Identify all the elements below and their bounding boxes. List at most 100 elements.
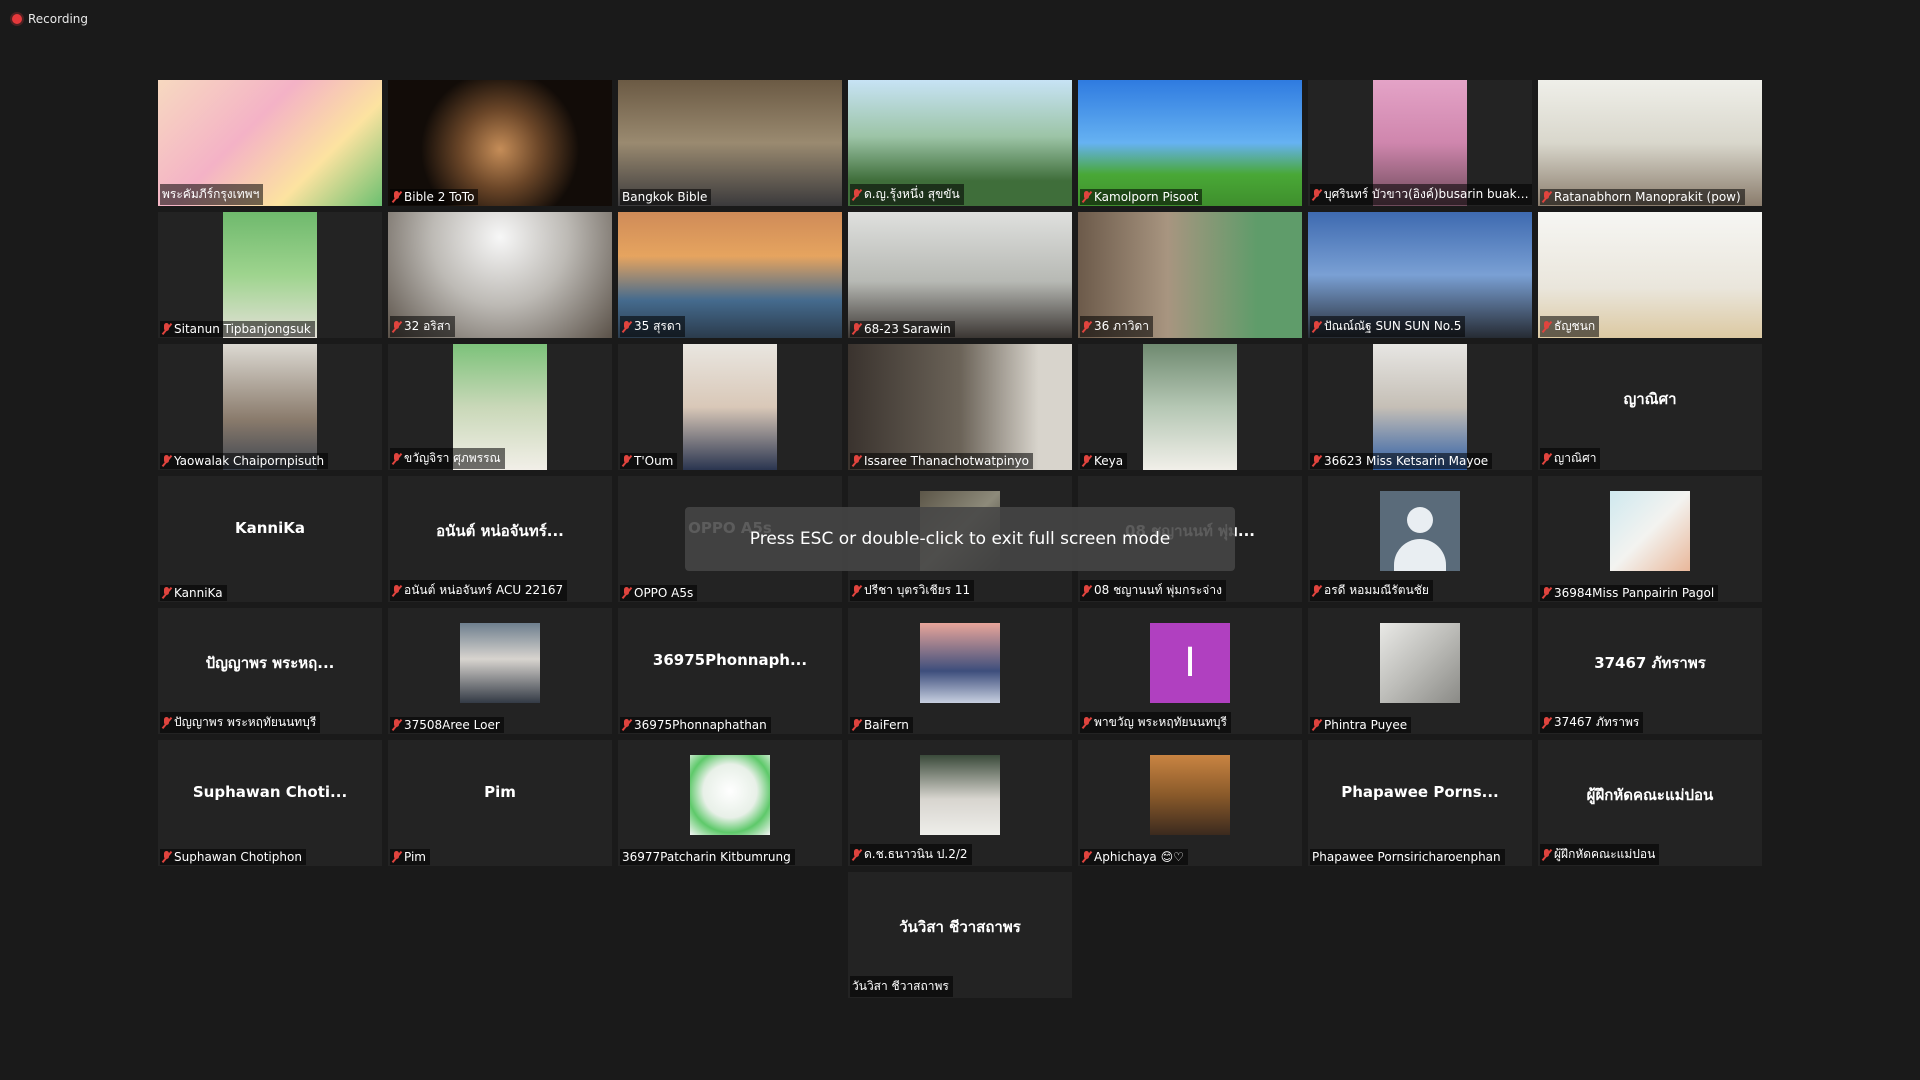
participant-tile[interactable]: ผู้ฝึกหัดคณะแม่ปอน ผู้ฝึกหัดคณะแม่ปอน bbox=[1538, 740, 1762, 866]
participant-tile[interactable]: Kamolporn Pisoot bbox=[1078, 80, 1302, 206]
participant-name-tag: BaiFern bbox=[850, 717, 913, 733]
participant-name: Phapawee Pornsiricharoenphan bbox=[1312, 850, 1501, 864]
participant-name-tag: 32 อริสา bbox=[390, 316, 455, 337]
participant-display-name: อนันต์ หน่อจันทร์... bbox=[436, 522, 564, 540]
participant-tile[interactable]: วันวิสา ชีวาสถาพร วันวิสา ชีวาสถาพร bbox=[848, 872, 1072, 998]
participant-name-tag: ด.ช.ธนาวนิน ป.2/2 bbox=[850, 844, 972, 865]
participant-name: 36977Patcharin Kitbumrung bbox=[622, 850, 791, 864]
participant-video bbox=[223, 212, 317, 338]
microphone-muted-icon bbox=[1312, 320, 1321, 333]
participant-name: 37467 ภัทราพร bbox=[1554, 715, 1640, 729]
participant-name-tag: ธัญชนก bbox=[1540, 316, 1600, 337]
participant-name: 36 ภาวิดา bbox=[1094, 319, 1150, 333]
participant-tile[interactable]: Bible 2 ToTo bbox=[388, 80, 612, 206]
record-icon bbox=[12, 14, 22, 24]
participant-tile[interactable]: Bangkok Bible bbox=[618, 80, 842, 206]
participant-name-tag: Yaowalak Chaipornpisuth bbox=[160, 453, 329, 469]
microphone-muted-icon bbox=[1082, 584, 1091, 597]
participant-name: 36623 Miss Ketsarin Mayoe bbox=[1324, 454, 1489, 468]
participant-tile[interactable]: ด.ญ.รุ้งหนึ่ง สุขขัน bbox=[848, 80, 1072, 206]
participant-name-tag: 35 สุรดา bbox=[620, 316, 686, 337]
participant-tile[interactable]: อรดี หอมมณีรัตนชัย bbox=[1308, 476, 1532, 602]
participant-name: Suphawan Chotiphon bbox=[174, 850, 302, 864]
microphone-muted-icon bbox=[622, 320, 631, 333]
participant-name-tag: Keya bbox=[1080, 453, 1128, 469]
microphone-muted-icon bbox=[1542, 320, 1551, 333]
participant-tile[interactable]: ญาณิศา ญาณิศา bbox=[1538, 344, 1762, 470]
participant-tile[interactable]: I พาขวัญ พระหฤทัยนนทบุรี bbox=[1078, 608, 1302, 734]
participant-tile[interactable]: 36623 Miss Ketsarin Mayoe bbox=[1308, 344, 1532, 470]
participant-name: Bible 2 ToTo bbox=[404, 190, 475, 204]
participant-tile[interactable]: Suphawan Choti... Suphawan Chotiphon bbox=[158, 740, 382, 866]
participant-display-name: วันวิสา ชีวาสถาพร bbox=[899, 918, 1021, 936]
microphone-muted-icon bbox=[392, 719, 401, 731]
participant-tile[interactable]: Aphichaya 😊♡ bbox=[1078, 740, 1302, 866]
participant-name: ผู้ฝึกหัดคณะแม่ปอน bbox=[1554, 847, 1656, 861]
microphone-muted-icon bbox=[1082, 851, 1091, 863]
participant-tile[interactable]: 37508Aree Loer bbox=[388, 608, 612, 734]
participant-video bbox=[848, 212, 1072, 338]
microphone-muted-icon bbox=[1542, 452, 1551, 465]
microphone-muted-icon bbox=[162, 455, 171, 467]
participant-display-name: ญาณิศา bbox=[1623, 390, 1677, 408]
participant-tile[interactable]: ขวัญจิรา ศุภพรรณ bbox=[388, 344, 612, 470]
participant-name-tag: Bible 2 ToTo bbox=[390, 189, 479, 205]
participant-tile[interactable]: พระคัมภีร์กรุงเทพฯ bbox=[158, 80, 382, 206]
participant-video bbox=[618, 80, 842, 206]
participant-tile[interactable]: อนันต์ หน่อจันทร์... อนันต์ หน่อจันทร์ AC… bbox=[388, 476, 612, 602]
participant-tile[interactable]: Pim Pim bbox=[388, 740, 612, 866]
participant-tile[interactable]: 68-23 Sarawin bbox=[848, 212, 1072, 338]
participant-tile[interactable]: BaiFern bbox=[848, 608, 1072, 734]
participant-tile[interactable]: ปัณณ์ณัฐ SUN SUN No.5 bbox=[1308, 212, 1532, 338]
microphone-muted-icon bbox=[1542, 191, 1551, 203]
microphone-muted-icon bbox=[622, 455, 631, 467]
participant-name-tag: ปรีชา บุตรวิเชียร 11 bbox=[850, 580, 975, 601]
participant-tile[interactable]: Phapawee Porns... Phapawee Pornsiricharoe… bbox=[1308, 740, 1532, 866]
recording-label: Recording bbox=[28, 12, 89, 26]
participant-tile[interactable]: 35 สุรดา bbox=[618, 212, 842, 338]
participant-tile[interactable]: 32 อริสา bbox=[388, 212, 612, 338]
participant-name-tag: บุศรินทร์ บัวขาว(อิงค์)busarin buakh... bbox=[1310, 184, 1532, 205]
participant-tile[interactable]: 36 ภาวิดา bbox=[1078, 212, 1302, 338]
profile-picture bbox=[460, 623, 540, 703]
participant-tile[interactable]: T'Oum bbox=[618, 344, 842, 470]
participant-display-name: ผู้ฝึกหัดคณะแม่ปอน bbox=[1586, 786, 1714, 804]
participant-name: Aphichaya 😊♡ bbox=[1094, 850, 1184, 864]
participant-name-tag: ญาณิศา bbox=[1540, 448, 1601, 469]
participant-tile[interactable]: 36975Phonnaph... 36975Phonnaphathan bbox=[618, 608, 842, 734]
participant-tile[interactable]: Ratanabhorn Manoprakit (pow) bbox=[1538, 80, 1762, 206]
participant-name-tag: Aphichaya 😊♡ bbox=[1080, 849, 1188, 865]
participant-tile[interactable]: บุศรินทร์ บัวขาว(อิงค์)busarin buakh... bbox=[1308, 80, 1532, 206]
participant-name: BaiFern bbox=[864, 718, 909, 732]
participant-display-name: Phapawee Porns... bbox=[1341, 783, 1499, 801]
participant-name-tag: 37467 ภัทราพร bbox=[1540, 712, 1644, 733]
participant-tile[interactable]: 37467 ภัทราพร 37467 ภัทราพร bbox=[1538, 608, 1762, 734]
participant-video bbox=[1078, 80, 1302, 206]
participant-tile[interactable]: Issaree Thanachotwatpinyo bbox=[848, 344, 1072, 470]
participant-display-name: ปัญญาพร พระหฤ... bbox=[205, 654, 335, 672]
participant-video bbox=[1373, 344, 1467, 470]
participant-name-tag: OPPO A5s bbox=[620, 585, 698, 601]
microphone-muted-icon bbox=[1542, 848, 1551, 861]
participant-tile[interactable]: Yaowalak Chaipornpisuth bbox=[158, 344, 382, 470]
participant-tile[interactable]: KanniKa KanniKa bbox=[158, 476, 382, 602]
profile-picture bbox=[920, 755, 1000, 835]
participant-tile[interactable]: Sitanun Tipbanjongsuk bbox=[158, 212, 382, 338]
participant-tile[interactable]: Keya bbox=[1078, 344, 1302, 470]
microphone-muted-icon bbox=[162, 851, 171, 863]
participant-tile[interactable]: ปัญญาพร พระหฤ... ปัญญาพร พระหฤทัยนนทบุรี bbox=[158, 608, 382, 734]
microphone-muted-icon bbox=[852, 584, 861, 597]
participant-tile[interactable]: Phintra Puyee bbox=[1308, 608, 1532, 734]
microphone-muted-icon bbox=[1082, 191, 1091, 203]
participant-name-tag: 37508Aree Loer bbox=[390, 717, 504, 733]
participant-tile[interactable]: 36977Patcharin Kitbumrung bbox=[618, 740, 842, 866]
participant-name: อนันต์ หน่อจันทร์ ACU 22167 bbox=[404, 583, 564, 597]
participant-name-tag: Sitanun Tipbanjongsuk bbox=[160, 321, 315, 337]
participant-name: KanniKa bbox=[174, 586, 223, 600]
profile-picture bbox=[920, 623, 1000, 703]
participant-tile[interactable]: 36984Miss Panpairin Pagol bbox=[1538, 476, 1762, 602]
participant-tile[interactable]: ธัญชนก bbox=[1538, 212, 1762, 338]
microphone-muted-icon bbox=[392, 452, 401, 465]
fullscreen-exit-hint: Press ESC or double-click to exit full s… bbox=[685, 507, 1235, 571]
participant-tile[interactable]: ด.ช.ธนาวนิน ป.2/2 bbox=[848, 740, 1072, 866]
